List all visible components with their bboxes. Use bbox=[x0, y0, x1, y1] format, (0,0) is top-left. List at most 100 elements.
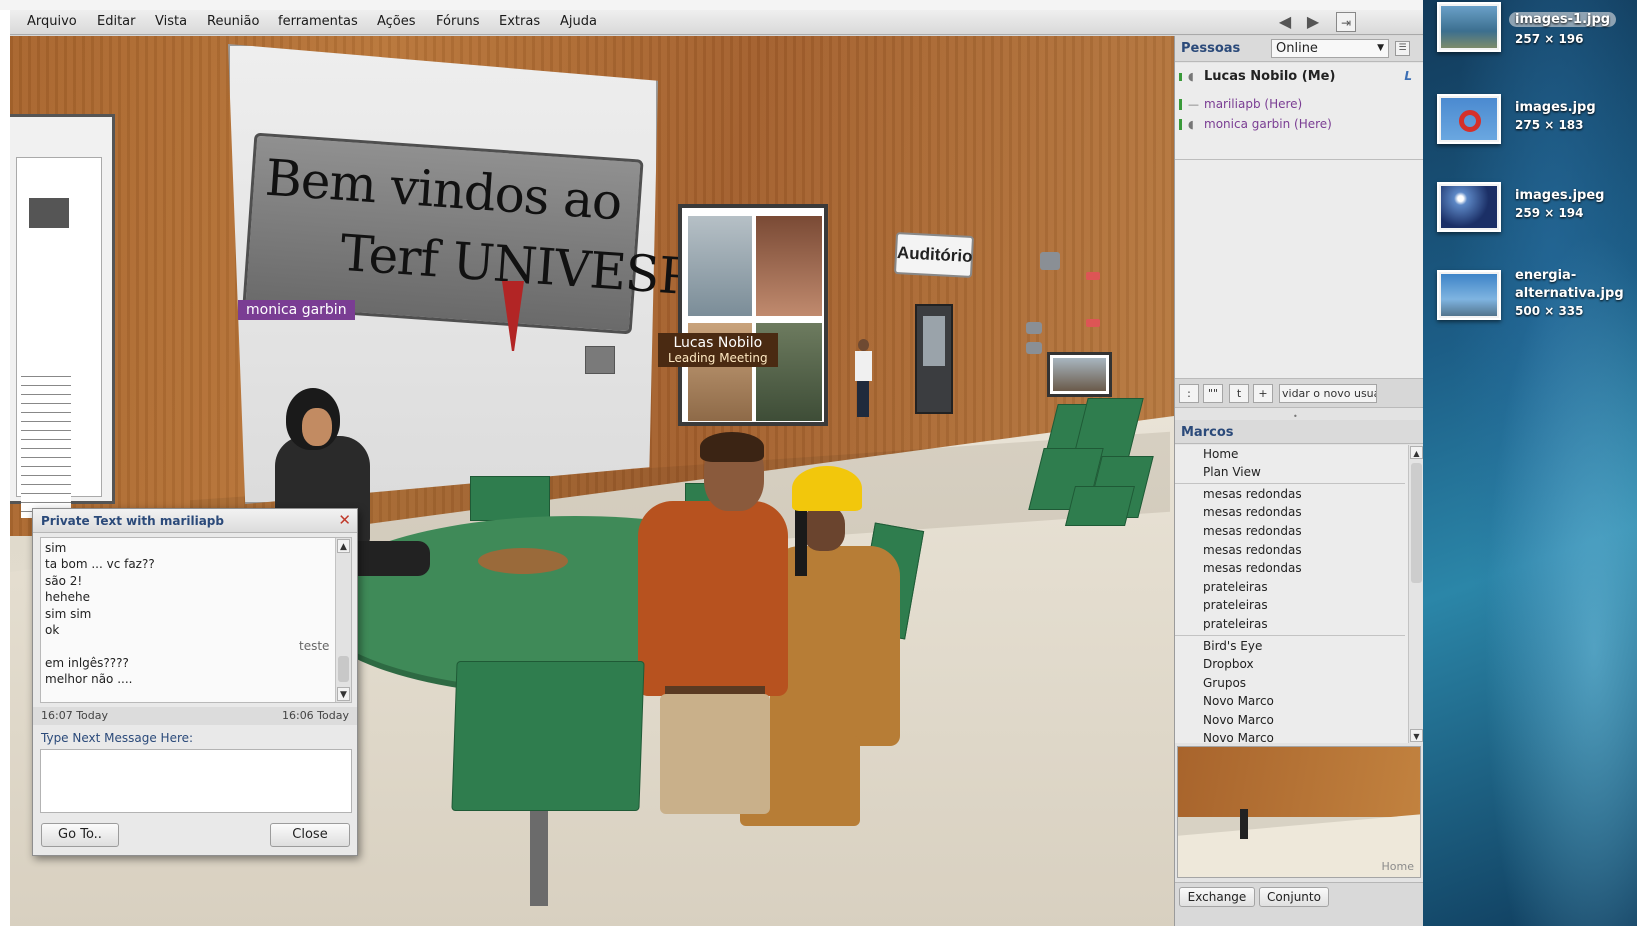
mark-item[interactable]: Novo Marco bbox=[1203, 731, 1274, 743]
scroll-up-icon[interactable]: ▲ bbox=[337, 539, 350, 553]
goto-button[interactable]: Go To.. bbox=[41, 823, 119, 847]
mark-item[interactable]: Dropbox bbox=[1203, 657, 1254, 671]
chat-scrollbar[interactable]: ▲ ▼ bbox=[335, 538, 351, 702]
people-title: Pessoas bbox=[1181, 41, 1241, 56]
menu-editar[interactable]: Editar bbox=[97, 14, 136, 29]
text-chat-button[interactable]: t bbox=[1229, 384, 1249, 403]
mark-item[interactable]: prateleiras bbox=[1203, 580, 1268, 594]
auditorium-door[interactable] bbox=[915, 304, 953, 414]
photo-2 bbox=[756, 216, 822, 316]
file-name-line2[interactable]: alternativa.jpg bbox=[1515, 286, 1624, 301]
file-name[interactable]: images-1.jpg bbox=[1509, 12, 1617, 27]
chevron-down-icon: ▼ bbox=[1377, 43, 1384, 53]
microphone-icon: ◖ bbox=[1188, 70, 1194, 83]
app-window: Arquivo Editar Vista Reunião ferramentas… bbox=[10, 10, 1423, 926]
name-tag-lucas[interactable]: Lucas Nobilo Leading Meeting bbox=[658, 333, 778, 367]
tool-button[interactable]: : bbox=[1179, 384, 1199, 403]
chat-message-input[interactable] bbox=[40, 749, 352, 813]
avatar-standing[interactable] bbox=[853, 339, 873, 419]
file-thumbnail-icon[interactable] bbox=[1437, 182, 1501, 232]
file-dimensions: 500 × 335 bbox=[1515, 304, 1584, 318]
file-thumbnail-icon[interactable] bbox=[1437, 94, 1501, 144]
minimap[interactable]: Home bbox=[1177, 746, 1421, 878]
people-header: Pessoas Online ▼ ☰ bbox=[1175, 36, 1423, 62]
menu-vista[interactable]: Vista bbox=[155, 14, 187, 29]
chat-message: são 2! bbox=[45, 574, 83, 588]
wall-video-screen[interactable] bbox=[1047, 352, 1112, 397]
menu-arquivo[interactable]: Arquivo bbox=[27, 14, 77, 29]
tab-exchange[interactable]: Exchange bbox=[1179, 887, 1255, 907]
leader-flag: L bbox=[1404, 69, 1412, 83]
people-toolbar: : "" t + vidar o novo usuá bbox=[1175, 378, 1423, 408]
status-dropdown[interactable]: Online ▼ bbox=[1271, 39, 1389, 58]
private-chat-window[interactable]: Private Text with mariliapb ✕ sim ta bom… bbox=[32, 508, 358, 856]
avatar-lucas-body[interactable] bbox=[638, 501, 788, 696]
avatar-worker-body[interactable] bbox=[770, 546, 900, 746]
scroll-thumb[interactable] bbox=[338, 656, 349, 682]
mark-item[interactable]: Bird's Eye bbox=[1203, 639, 1262, 653]
mark-item[interactable]: prateleiras bbox=[1203, 598, 1268, 612]
file-thumbnail-icon[interactable] bbox=[1437, 2, 1501, 52]
menu-ferramentas[interactable]: ferramentas bbox=[278, 14, 358, 29]
close-icon[interactable]: ✕ bbox=[338, 512, 351, 528]
mark-item[interactable]: mesas redondas bbox=[1203, 505, 1302, 519]
scroll-thumb[interactable] bbox=[1411, 463, 1422, 583]
auditorio-sign[interactable]: Auditório bbox=[893, 231, 975, 279]
file-name[interactable]: images.jpeg bbox=[1515, 188, 1604, 203]
marks-scrollbar[interactable]: ▲ ▼ bbox=[1408, 445, 1423, 743]
document-page bbox=[16, 157, 102, 518]
invite-user-field[interactable]: vidar o novo usuá bbox=[1279, 384, 1377, 403]
avatar-lucas-hair bbox=[700, 432, 764, 462]
presence-indicator bbox=[1179, 72, 1182, 81]
photo-1 bbox=[688, 216, 752, 316]
chat-message: sim bbox=[45, 541, 67, 555]
person-me[interactable]: ◖ Lucas Nobilo (Me) bbox=[1179, 69, 1335, 84]
close-button[interactable]: Close bbox=[270, 823, 350, 847]
mark-item[interactable]: mesas redondas bbox=[1203, 543, 1302, 557]
tool-button[interactable]: "" bbox=[1203, 384, 1223, 403]
mark-item[interactable]: Novo Marco bbox=[1203, 694, 1274, 708]
divider bbox=[1175, 635, 1405, 636]
minimap-avatar bbox=[1240, 809, 1248, 839]
mark-item[interactable]: Home bbox=[1203, 447, 1238, 461]
person-row[interactable]: — mariliapb (Here) bbox=[1179, 97, 1302, 111]
chair-front bbox=[451, 661, 645, 811]
chat-titlebar[interactable]: Private Text with mariliapb ✕ bbox=[33, 509, 357, 533]
exit-icon[interactable]: ⇥ bbox=[1336, 12, 1356, 32]
mark-item[interactable]: Novo Marco bbox=[1203, 713, 1274, 727]
add-button[interactable]: + bbox=[1253, 384, 1273, 403]
scroll-down-icon[interactable]: ▼ bbox=[1410, 729, 1423, 742]
tab-conjunto[interactable]: Conjunto bbox=[1259, 887, 1329, 907]
chat-message: em inlgês???? bbox=[45, 656, 129, 670]
arrow-right-icon[interactable]: ▶ bbox=[1303, 12, 1323, 32]
menu-acoes[interactable]: Ações bbox=[377, 14, 416, 29]
menu-ajuda[interactable]: Ajuda bbox=[560, 14, 597, 29]
hard-hat-icon bbox=[792, 466, 862, 511]
file-dimensions: 257 × 196 bbox=[1515, 32, 1584, 46]
photo-board[interactable] bbox=[678, 204, 828, 426]
person-name: mariliapb (Here) bbox=[1204, 97, 1303, 111]
mark-item[interactable]: Grupos bbox=[1203, 676, 1246, 690]
arrow-left-icon[interactable]: ◀ bbox=[1275, 12, 1295, 32]
file-name[interactable]: images.jpg bbox=[1515, 100, 1596, 115]
name-tag-monica[interactable]: monica garbin bbox=[238, 300, 355, 320]
menu-foruns[interactable]: Fóruns bbox=[436, 14, 480, 29]
mark-item[interactable]: mesas redondas bbox=[1203, 524, 1302, 538]
menu-extras[interactable]: Extras bbox=[499, 14, 540, 29]
scroll-up-icon[interactable]: ▲ bbox=[1410, 446, 1423, 459]
left-document-board[interactable] bbox=[10, 114, 115, 518]
marks-list[interactable]: Home Plan View mesas redondas mesas redo… bbox=[1175, 445, 1423, 743]
menu-reuniao[interactable]: Reunião bbox=[207, 14, 259, 29]
person-row[interactable]: ◖ monica garbin (Here) bbox=[1179, 117, 1332, 131]
scroll-down-icon[interactable]: ▼ bbox=[337, 687, 350, 701]
people-list[interactable]: ◖ Lucas Nobilo (Me) L — mariliapb (Here) ◖… bbox=[1175, 63, 1423, 378]
mark-item[interactable]: mesas redondas bbox=[1203, 487, 1302, 501]
mark-item[interactable]: prateleiras bbox=[1203, 617, 1268, 631]
list-menu-icon[interactable]: ☰ bbox=[1395, 41, 1410, 56]
mark-item[interactable]: mesas redondas bbox=[1203, 561, 1302, 575]
file-thumbnail-icon[interactable] bbox=[1437, 270, 1501, 320]
mark-item[interactable]: Plan View bbox=[1203, 465, 1261, 479]
person-name: monica garbin (Here) bbox=[1204, 117, 1332, 131]
chat-log[interactable]: sim ta bom ... vc faz?? são 2! hehehe si… bbox=[40, 537, 352, 703]
file-name[interactable]: energia- bbox=[1515, 268, 1576, 283]
